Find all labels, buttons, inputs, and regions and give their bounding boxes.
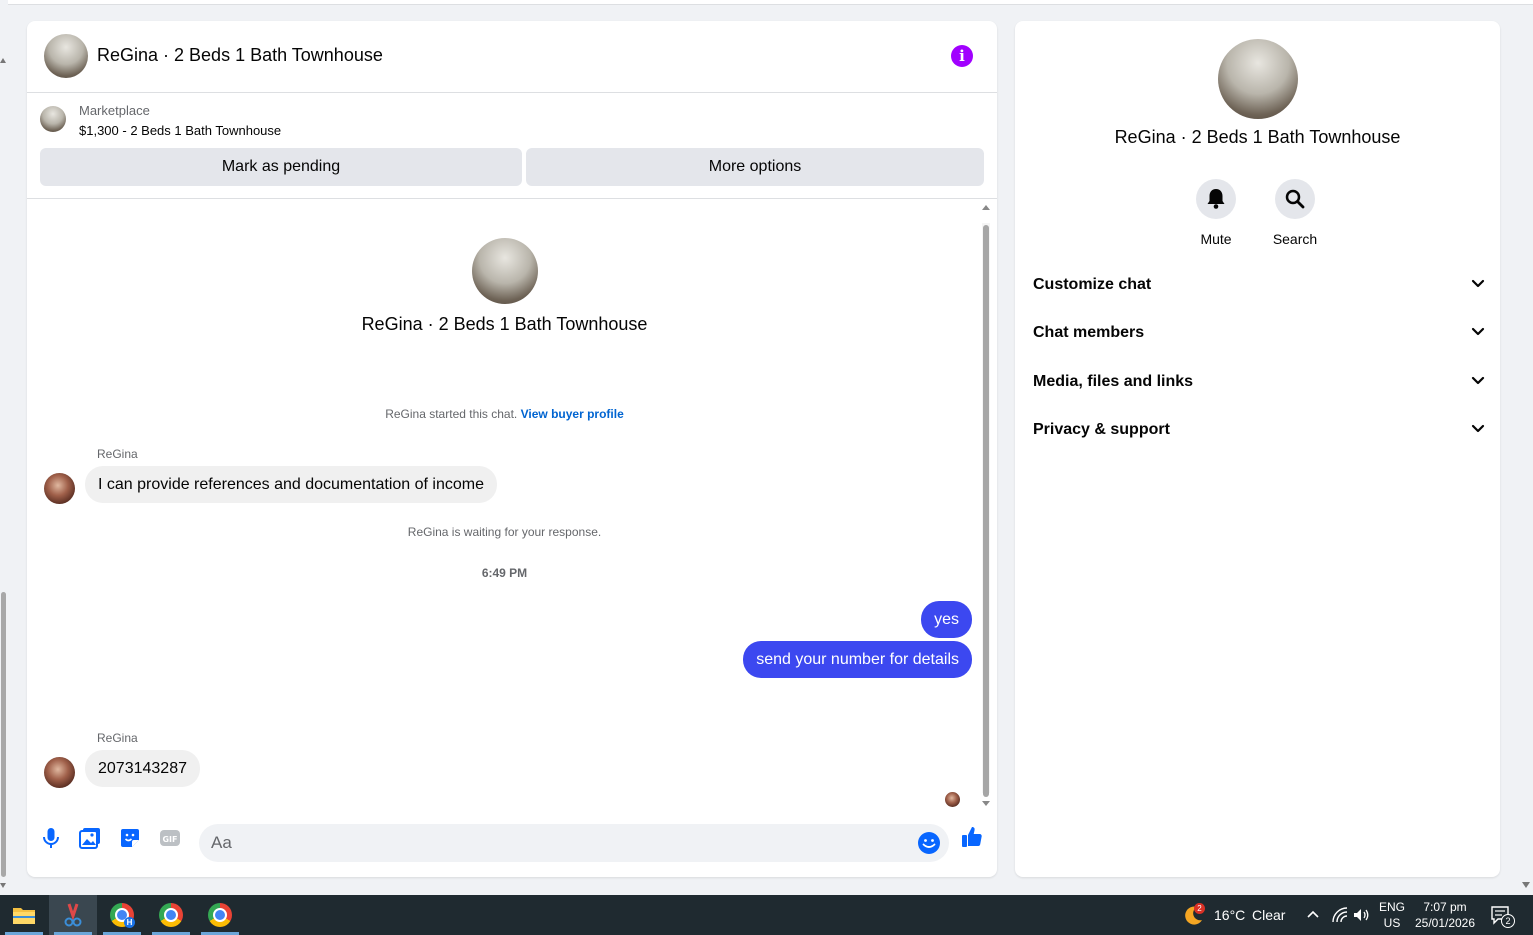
info-panel: ReGina · 2 Beds 1 Bath Townhouse Mute Se… (1015, 21, 1500, 877)
chevron-down-icon (1471, 327, 1485, 336)
read-receipt-avatar (945, 792, 960, 807)
scrollbar-thumb[interactable] (1, 592, 6, 877)
listing-title[interactable]: $1,300 - 2 Beds 1 Bath Townhouse (79, 123, 281, 138)
chat-started-text: ReGina started this chat. (385, 407, 518, 421)
weather-temp[interactable]: 16°C (1214, 907, 1245, 923)
chevron-up-icon[interactable] (1306, 909, 1320, 919)
input-language[interactable]: ENG US (1378, 899, 1406, 931)
clock[interactable]: 7:07 pm 25/01/2026 (1413, 899, 1477, 931)
region-code: US (1383, 916, 1401, 930)
info-icon[interactable]: i (951, 45, 973, 67)
clock-time: 7:07 pm (1423, 900, 1467, 914)
message-list: ReGina · 2 Beds 1 Bath Townhouse ReGina … (27, 201, 997, 813)
page-scroll-down-arrow-icon[interactable] (1522, 882, 1530, 888)
emoji-icon[interactable] (917, 831, 941, 855)
chat-members-row[interactable]: Chat members (1033, 315, 1485, 355)
chat-title[interactable]: ReGina · 2 Beds 1 Bath Townhouse (97, 45, 383, 66)
taskbar: H 2 16°C Clear ENG US 7:07 pm 25/01/2026 (0, 895, 1533, 935)
message-scroll-down-icon[interactable] (982, 801, 990, 806)
gif-icon[interactable]: GIF (158, 826, 182, 850)
marketplace-label: Marketplace (79, 103, 150, 118)
chrome-icon (208, 903, 232, 927)
listing-thumbnail[interactable] (40, 106, 66, 132)
sender-avatar[interactable] (44, 757, 75, 788)
profile-badge: H (124, 917, 135, 928)
message-scroll-up-icon[interactable] (982, 205, 990, 210)
message-scrollbar[interactable] (982, 205, 990, 806)
notification-count: 2 (1501, 914, 1515, 928)
snipping-tool-button[interactable] (49, 895, 97, 935)
thumbs-up-icon[interactable] (960, 825, 984, 849)
chat-panel: ReGina · 2 Beds 1 Bath Townhouse i Marke… (27, 21, 997, 877)
outgoing-message[interactable]: yes (921, 601, 972, 638)
microphone-icon[interactable] (39, 826, 63, 850)
sticker-icon[interactable] (118, 826, 142, 850)
customize-chat-row[interactable]: Customize chat (1033, 267, 1485, 307)
conversation-avatar (472, 238, 538, 304)
outgoing-message[interactable]: send your number for details (743, 641, 972, 678)
view-buyer-profile-link[interactable]: View buyer profile (521, 407, 624, 421)
chevron-down-icon (1471, 376, 1485, 385)
lang-code: ENG (1378, 900, 1405, 914)
mute-button[interactable]: Mute (1176, 179, 1256, 247)
svg-text:GIF: GIF (162, 835, 177, 844)
chrome-icon (159, 903, 183, 927)
row-label: Media, files and links (1033, 373, 1194, 390)
search-label: Search (1272, 231, 1318, 247)
info-avatar[interactable] (1218, 39, 1298, 119)
page-scrollbar[interactable] (0, 0, 8, 895)
message-input-box[interactable] (199, 824, 949, 862)
browser-top-strip (0, 0, 1533, 5)
composer: GIF (27, 813, 997, 877)
conversation-name: ReGina · 2 Beds 1 Bath Townhouse (361, 314, 648, 334)
scroll-up-arrow-icon[interactable] (0, 58, 6, 63)
timestamp: 6:49 PM (481, 566, 528, 580)
sender-avatar[interactable] (44, 473, 75, 504)
row-label: Chat members (1033, 324, 1145, 341)
mute-circle[interactable] (1196, 179, 1236, 219)
wifi-icon[interactable] (1331, 906, 1349, 924)
weather-desc[interactable]: Clear (1252, 907, 1285, 923)
search-circle[interactable] (1275, 179, 1315, 219)
row-label: Customize chat (1033, 276, 1152, 293)
chevron-down-icon (1471, 424, 1485, 433)
more-options-button[interactable]: More options (526, 148, 984, 186)
sender-name: ReGina (97, 731, 138, 745)
file-explorer-button[interactable] (0, 895, 48, 935)
snip-icon (64, 903, 82, 927)
sender-name: ReGina (97, 447, 138, 461)
chrome-button-3[interactable] (196, 895, 244, 935)
incoming-message[interactable]: I can provide references and documentati… (85, 466, 498, 503)
info-name: ReGina · 2 Beds 1 Bath Townhouse (1114, 127, 1401, 147)
message-input[interactable] (199, 824, 889, 862)
clock-date: 25/01/2026 (1414, 916, 1476, 930)
search-icon (1285, 189, 1305, 209)
mark-as-pending-button[interactable]: Mark as pending (40, 148, 522, 186)
mute-label: Mute (1200, 231, 1232, 247)
media-files-links-row[interactable]: Media, files and links (1033, 364, 1485, 404)
chat-started-notice: ReGina started this chat. View buyer pro… (27, 407, 982, 421)
privacy-support-row[interactable]: Privacy & support (1033, 412, 1485, 452)
message-scrollbar-thumb[interactable] (983, 225, 989, 797)
bell-icon (1207, 189, 1225, 209)
speaker-icon[interactable] (1352, 906, 1370, 924)
chrome-button-1[interactable]: H (98, 895, 146, 935)
waiting-notice: ReGina is waiting for your response. (407, 525, 602, 539)
listing-avatar[interactable] (44, 34, 88, 78)
weather-badge: 2 (1194, 903, 1205, 914)
chat-header: ReGina · 2 Beds 1 Bath Townhouse i (27, 21, 997, 93)
chevron-down-icon (1471, 279, 1485, 288)
photo-icon[interactable] (78, 826, 102, 850)
incoming-message[interactable]: 2073143287 (85, 750, 200, 787)
folder-icon (13, 908, 35, 924)
scroll-down-arrow-icon[interactable] (0, 883, 6, 888)
chrome-button-2[interactable] (147, 895, 195, 935)
search-button[interactable]: Search (1255, 179, 1335, 247)
row-label: Privacy & support (1033, 421, 1170, 438)
marketplace-bar: Marketplace $1,300 - 2 Beds 1 Bath Townh… (27, 93, 997, 199)
